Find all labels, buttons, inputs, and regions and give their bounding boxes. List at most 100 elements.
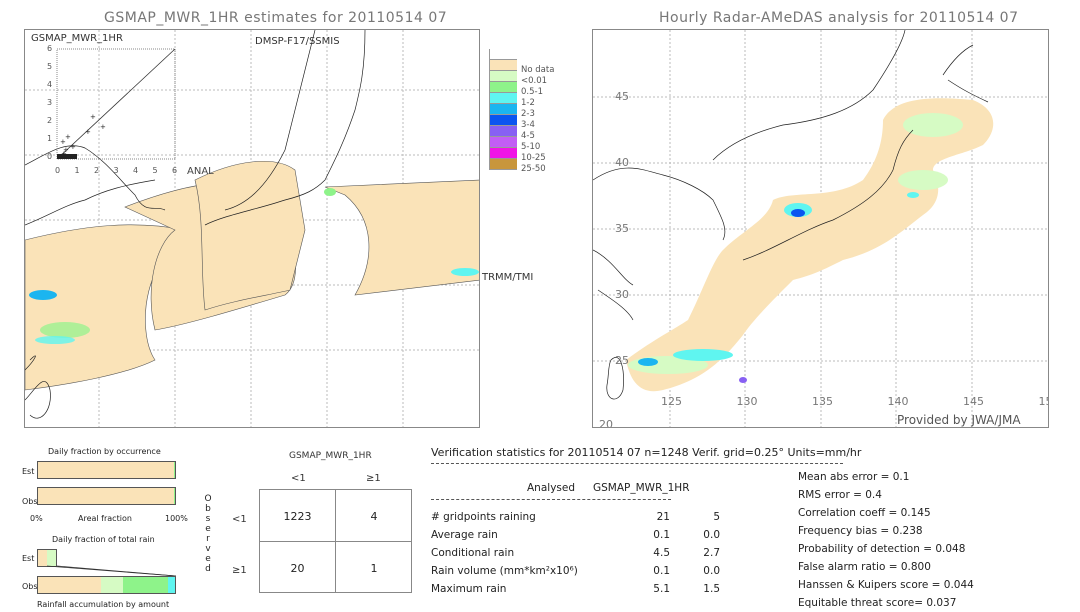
legend-swatch	[490, 93, 517, 104]
color-legend: No data <0.01 0.5-1 1-2 2-3 3-4 4-5 5-10 10-25 25…	[489, 49, 559, 174]
legend-row: 0.5-1	[490, 82, 559, 97]
skill-score: Hanssen & Kuipers score = 0.044	[798, 579, 974, 591]
observed-letter: b	[205, 504, 211, 514]
left-map-title: GSMAP_MWR_1HR estimates for 20110514 07	[104, 10, 448, 26]
contingency-row-header: ≥1	[232, 565, 247, 576]
longitude-tick: 125	[661, 395, 682, 408]
header-divider	[431, 463, 843, 464]
legend-swatch	[490, 126, 517, 137]
stat-model-value: 5	[713, 511, 720, 523]
right-map-graphics	[593, 30, 1048, 427]
longitude-tick: 135	[812, 395, 833, 408]
contingency-model-label: GSMAP_MWR_1HR	[289, 451, 372, 461]
skill-score: RMS error = 0.4	[798, 489, 882, 501]
scatter-y-tick: 1	[47, 134, 53, 143]
ssmis-swath-center	[194, 161, 306, 311]
rain-blob	[451, 268, 479, 276]
observed-letter: r	[206, 534, 210, 544]
bar-segment	[38, 462, 175, 478]
longitude-tick: 130	[736, 395, 758, 408]
scatter-y-tick: 3	[47, 98, 53, 107]
stat-model-value: 1.5	[703, 583, 720, 595]
occurrence-obs-bar	[37, 487, 176, 505]
legend-swatch	[490, 115, 517, 126]
scatter-x-tick: 2	[94, 166, 100, 175]
column-divider	[431, 499, 671, 500]
legend-swatch	[490, 82, 517, 93]
rain-blob	[29, 290, 57, 300]
occurrence-title: Daily fraction by occurrence	[48, 447, 161, 456]
legend-swatch	[490, 159, 517, 170]
stat-model-value: 0.0	[703, 565, 720, 577]
contingency-cell: 1223	[283, 510, 312, 523]
observed-letter: e	[205, 554, 211, 564]
legend-swatch	[490, 104, 517, 115]
legend-row: 3-4	[490, 115, 559, 130]
legend-row: <0.01	[490, 71, 559, 86]
occurrence-axis-left: 0%	[30, 514, 43, 523]
bar-segment	[38, 577, 102, 593]
total-rain-obs-bar	[37, 576, 176, 594]
right-map-title: Hourly Radar-AMeDAS analysis for 2011051…	[659, 10, 1019, 26]
latitude-tick: 45	[615, 90, 629, 103]
stat-label: Average rain	[431, 529, 498, 541]
legend-row: No data	[490, 60, 559, 75]
svg-text:+: +	[100, 123, 106, 131]
skill-score: Frequency bias = 0.238	[798, 525, 923, 537]
anal-axis-label: ANAL	[187, 166, 214, 177]
rain-blob	[324, 188, 336, 196]
contingency-row-header: <1	[232, 514, 247, 525]
contingency-cell: 20	[290, 562, 305, 575]
svg-text:+: +	[70, 143, 76, 151]
stat-analysed-value: 4.5	[653, 547, 670, 559]
svg-text:+: +	[63, 146, 69, 154]
bar-segment	[173, 488, 175, 504]
legend-swatch	[490, 137, 517, 148]
left-estimate-map: GSMAP_MWR_1HR +++ +++ ++ 6543210 0123456…	[24, 29, 480, 428]
tmi-swath	[324, 179, 479, 296]
scatter-x-tick: 0	[55, 166, 61, 175]
stat-analysed-value: 0.1	[653, 529, 670, 541]
svg-text:+: +	[85, 128, 91, 136]
occurrence-est-label: Est	[22, 467, 35, 476]
scatter-y-tick: 2	[47, 116, 53, 125]
scatter-x-tick: 3	[113, 166, 119, 175]
latitude-tick: 20	[599, 418, 613, 428]
col-model: GSMAP_MWR_1HR	[593, 482, 690, 494]
bar-segment	[38, 488, 174, 504]
legend-label: 25-50	[521, 164, 546, 174]
skill-score: Equitable threat score= 0.037	[798, 597, 957, 609]
legend-row: 2-3	[490, 104, 559, 119]
total-rain-title: Daily fraction of total rain	[52, 535, 155, 544]
latitude-tick: 40	[615, 156, 629, 169]
contingency-table: 1223 4 20 1	[259, 489, 412, 593]
latitude-tick: 25	[615, 354, 629, 367]
occurrence-axis-label: Areal fraction	[78, 514, 132, 523]
total-rain-est-label: Est	[22, 554, 35, 563]
stat-label: # gridpoints raining	[431, 511, 536, 523]
col-analysed: Analysed	[527, 482, 575, 494]
occurrence-axis-right: 100%	[165, 514, 188, 523]
scatter-y-tick: 5	[47, 62, 53, 71]
stat-model-value: 0.0	[703, 529, 720, 541]
legend-row: 10-25	[490, 148, 559, 163]
legend-row	[490, 49, 559, 60]
contingency-cell: 4	[370, 510, 378, 523]
contingency-col-header: ≥1	[366, 473, 381, 484]
svg-text:+: +	[65, 133, 71, 141]
skill-score: False alarm ratio = 0.800	[798, 561, 931, 573]
ssmis-sensor-label: DMSP-F17/SSMIS	[255, 36, 340, 47]
longitude-tick: 145	[963, 395, 984, 408]
right-radar-map: 45 40 35 30 25 20 125 130 135 140 145 15 Provided …	[592, 29, 1049, 428]
bar-segment	[101, 577, 123, 593]
stat-analysed-value: 0.1	[653, 565, 670, 577]
scatter-y-tick: 6	[47, 44, 53, 53]
legend-swatch	[490, 49, 517, 60]
longitude-tick: 15	[1038, 395, 1049, 408]
stat-label: Rain volume (mm*km²x10⁶)	[431, 565, 578, 577]
observed-letter: v	[205, 544, 211, 554]
analysis-coverage	[626, 98, 994, 392]
skill-score: Correlation coeff = 0.145	[798, 507, 931, 519]
bar-segment	[38, 550, 47, 566]
longitude-tick: 140	[887, 395, 909, 408]
